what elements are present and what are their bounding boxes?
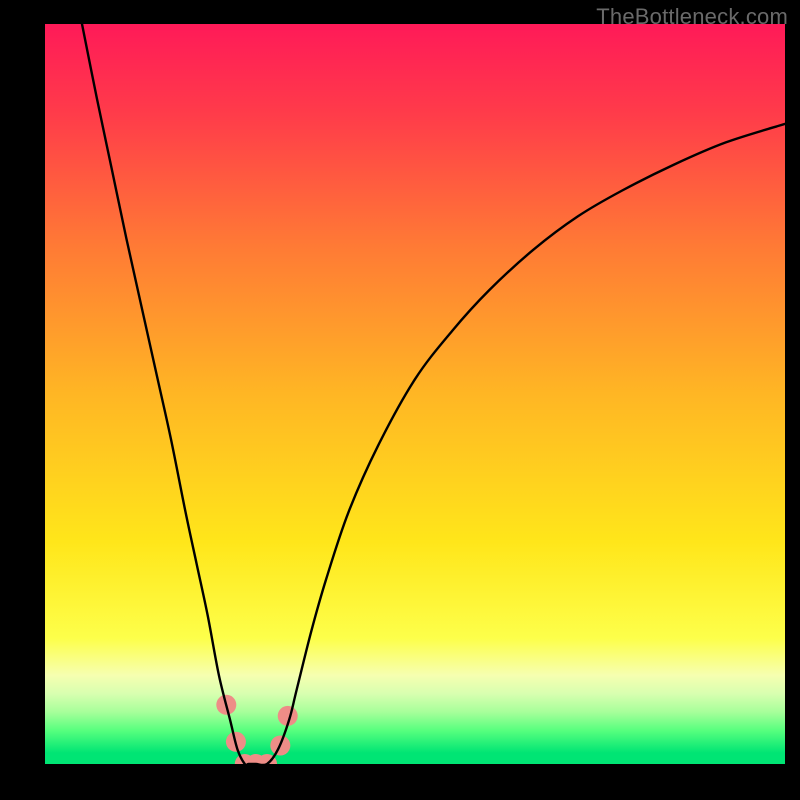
- bottleneck-curve: [82, 24, 785, 764]
- curve-layer: [45, 24, 785, 764]
- watermark-text: TheBottleneck.com: [596, 4, 788, 30]
- chart-frame: TheBottleneck.com: [0, 0, 800, 800]
- plot-area: [45, 24, 785, 764]
